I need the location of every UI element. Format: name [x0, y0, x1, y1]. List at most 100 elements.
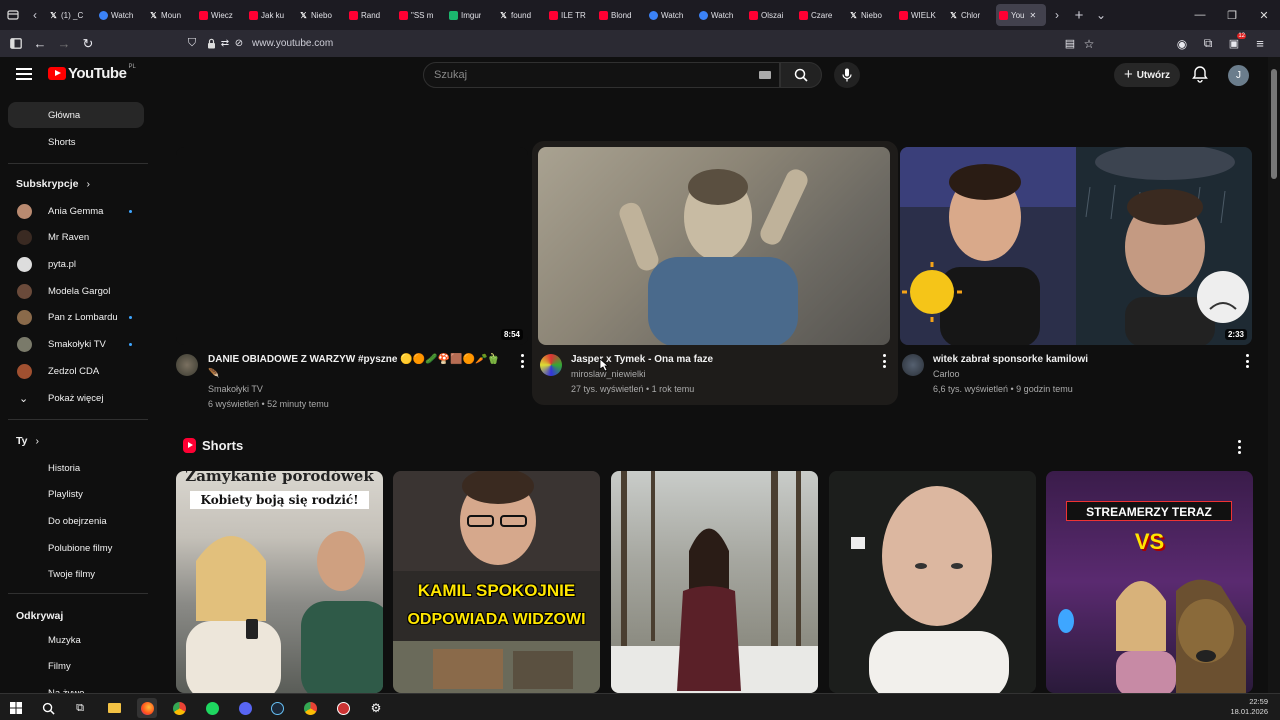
video-channel-name[interactable]: Smakołyki TV	[208, 384, 263, 394]
video-thumbnail[interactable]: 2:33	[900, 147, 1252, 345]
sidebar-item[interactable]: Do obejrzenia	[8, 508, 144, 534]
browser-tab[interactable]: 𝕏 Niebo	[296, 4, 346, 26]
show-more-button[interactable]: ⌄ Pokaż więcej	[8, 385, 144, 411]
restore-icon[interactable]: ❐	[1216, 9, 1248, 22]
sidebar-item[interactable]: Filmy	[8, 654, 144, 680]
notifications-bell-icon[interactable]	[1191, 65, 1209, 83]
reload-icon[interactable]: ↻	[76, 32, 100, 56]
video-title-continued[interactable]: 🪶	[208, 368, 219, 379]
channel-avatar[interactable]	[176, 354, 198, 376]
spotify-icon[interactable]	[202, 698, 222, 718]
tab-overflow-chevron-icon[interactable]: ⌄	[1090, 4, 1112, 26]
browser-tab[interactable]: Imgur	[446, 4, 496, 26]
shelf-more-options-icon[interactable]	[1237, 440, 1241, 454]
sidebar-subscription-item[interactable]: Mr Raven	[8, 225, 144, 251]
minimize-icon[interactable]: —	[1184, 9, 1216, 21]
video-thumbnail[interactable]	[538, 147, 890, 345]
extension-badge-icon[interactable]: ▣ 12	[1222, 32, 1246, 56]
taskbar-clock[interactable]: 22:59 18.01.2026	[1230, 697, 1268, 717]
close-tab-icon[interactable]: ✕	[1030, 11, 1037, 20]
more-options-icon[interactable]	[520, 354, 524, 368]
video-title[interactable]: Jasper x Tymek - Ona ma faze	[571, 354, 713, 365]
windows-start-icon[interactable]	[6, 698, 26, 718]
browser-tab[interactable]: Wiecz	[196, 4, 246, 26]
youtube-logo[interactable]: YouTube PL	[48, 64, 136, 82]
search-input[interactable]: Szukaj	[423, 62, 780, 88]
sidebar-item[interactable]: Muzyka	[8, 627, 144, 653]
extensions-icon[interactable]: ⧉	[1196, 32, 1220, 56]
browser-tab[interactable]: "SS m	[396, 4, 446, 26]
short-card[interactable]: Zamykanie porodówek Kobiety boją się rod…	[176, 471, 383, 693]
sidebar-subscription-item[interactable]: pyta.pl	[8, 251, 144, 277]
browser-tab[interactable]: Rand	[346, 4, 396, 26]
browser-tab[interactable]: 𝕏found	[496, 4, 546, 26]
steam-icon[interactable]	[267, 698, 287, 718]
user-avatar[interactable]: J	[1228, 65, 1249, 86]
browser-tab[interactable]: Blond	[596, 4, 646, 26]
sidebar-item[interactable]: Twoje filmy	[8, 562, 144, 588]
sidebar-subscription-item[interactable]: Modela Gargol	[8, 278, 144, 304]
bookmark-star-icon[interactable]: ☆	[1077, 32, 1101, 56]
you-header[interactable]: Ty ›	[16, 435, 39, 447]
sidebar-item-home[interactable]: Główna	[8, 102, 144, 128]
browser-tab[interactable]: 𝕏 Chlor	[946, 4, 996, 26]
settings-gear-icon[interactable]: ⚙	[366, 698, 386, 718]
sidebar-toggle-icon[interactable]	[4, 32, 28, 56]
tabs-scroll-left-icon[interactable]: ‹	[24, 4, 46, 26]
app-icon[interactable]	[333, 698, 353, 718]
short-card[interactable]: KAMIL SPOKOJNIE ODPOWIADA WIDZOWI	[393, 471, 600, 693]
search-button[interactable]	[780, 62, 822, 88]
more-options-icon[interactable]	[1245, 354, 1249, 368]
short-card[interactable]	[829, 471, 1036, 693]
sidebar-item[interactable]: Playlisty	[8, 482, 144, 508]
sidebar-subscription-item[interactable]: Pan z Lombardu	[8, 305, 144, 331]
short-card[interactable]: STREAMERZY TERAZ VS	[1046, 471, 1253, 693]
sidebar-subscription-item[interactable]: Ania Gemma	[8, 198, 144, 224]
taskbar-search-icon[interactable]	[38, 698, 58, 718]
close-window-icon[interactable]: ✕	[1248, 9, 1280, 22]
url-bar[interactable]: www.youtube.com	[252, 38, 333, 49]
browser-tab[interactable]: You ✕	[996, 4, 1046, 26]
page-scrollbar[interactable]	[1268, 57, 1280, 693]
chrome-icon[interactable]	[169, 698, 189, 718]
tracking-off-icon[interactable]: ⊘	[232, 32, 246, 56]
browser-tab[interactable]: Czare	[796, 4, 846, 26]
app-menu-icon[interactable]: ≡	[1248, 32, 1272, 56]
video-title[interactable]: DANIE OBIADOWE Z WARZYW #pyszne 🟡🟠🥒🍄🟫🟠🥕🫑	[208, 354, 500, 365]
browser-tab[interactable]: Watch	[696, 4, 746, 26]
more-options-icon[interactable]	[882, 354, 886, 368]
video-channel-name[interactable]: Carloo	[933, 369, 960, 379]
sidebar-subscription-item[interactable]: Smakołyki TV	[8, 332, 144, 358]
back-arrow-icon[interactable]: ←	[28, 32, 52, 56]
tab-list-icon[interactable]	[2, 4, 24, 26]
sidebar-subscription-item[interactable]: Zedzol CDA	[8, 358, 144, 384]
shield-icon[interactable]: ⛉	[180, 32, 204, 56]
keyboard-icon[interactable]	[759, 71, 771, 79]
browser-tab[interactable]: Olszai	[746, 4, 796, 26]
discord-icon[interactable]	[235, 698, 255, 718]
sidebar-item-shorts[interactable]: Shorts	[8, 129, 144, 155]
file-explorer-icon[interactable]	[104, 698, 124, 718]
subscriptions-header[interactable]: Subskrypcje ›	[16, 178, 90, 190]
task-view-icon[interactable]: ⧉	[70, 698, 90, 718]
firefox-icon[interactable]	[137, 698, 157, 718]
sidebar-item[interactable]: Historia	[8, 455, 144, 481]
hamburger-menu-icon[interactable]	[16, 68, 32, 80]
browser-tab[interactable]: Watch	[646, 4, 696, 26]
create-button[interactable]: + Utwórz	[1114, 63, 1180, 87]
sidebar-item[interactable]: Polubione filmy	[8, 535, 144, 561]
tabs-scroll-right-icon[interactable]: ›	[1046, 4, 1068, 26]
browser-tab[interactable]: WIELK	[896, 4, 946, 26]
sidebar-item[interactable]: Na żywo	[8, 680, 144, 693]
scrollbar-thumb[interactable]	[1271, 69, 1277, 179]
video-thumbnail[interactable]: 8:54	[176, 147, 528, 345]
lock-icon[interactable]	[204, 32, 218, 56]
permissions-icon[interactable]: ⇄	[218, 32, 232, 56]
channel-avatar[interactable]	[540, 354, 562, 376]
account-icon[interactable]: ◉	[1170, 32, 1194, 56]
browser-tab[interactable]: ILE TR	[546, 4, 596, 26]
voice-search-button[interactable]	[834, 62, 860, 88]
short-card[interactable]	[611, 471, 818, 693]
new-tab-plus-icon[interactable]: +	[1068, 4, 1090, 26]
browser-tab[interactable]: 𝕏 Niebo	[846, 4, 896, 26]
